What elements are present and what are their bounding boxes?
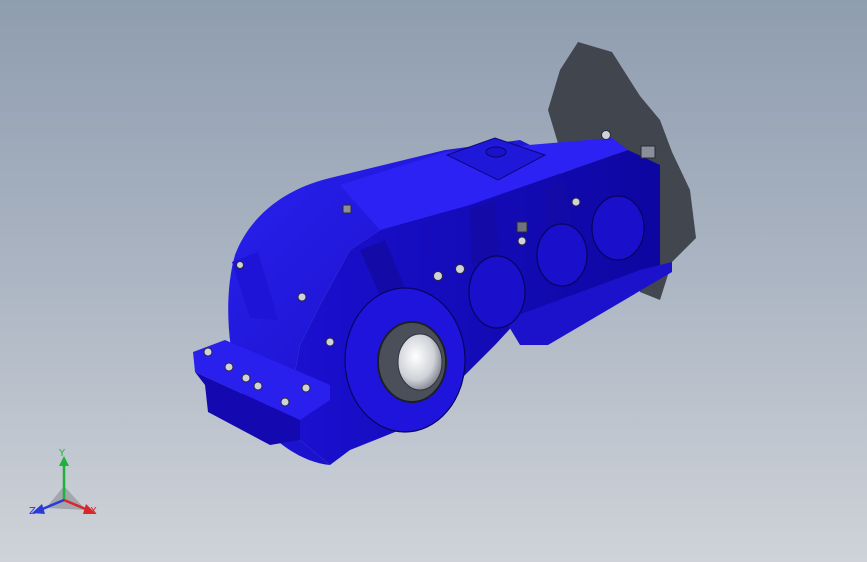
- output-bore: [397, 333, 443, 391]
- gearbox-model[interactable]: [0, 0, 867, 562]
- breather-cap: [485, 146, 507, 158]
- triad-x-label: X: [90, 506, 97, 517]
- bearing-cap: [536, 223, 588, 287]
- triad-z-label: Z: [29, 506, 36, 517]
- rib: [470, 200, 500, 265]
- graphics-viewport[interactable]: Y X Z: [0, 0, 867, 562]
- triad-y-label: Y: [59, 448, 66, 459]
- coordinate-triad: Y X Z: [22, 448, 108, 528]
- bearing-cap: [591, 195, 645, 261]
- bearing-cap: [468, 255, 526, 329]
